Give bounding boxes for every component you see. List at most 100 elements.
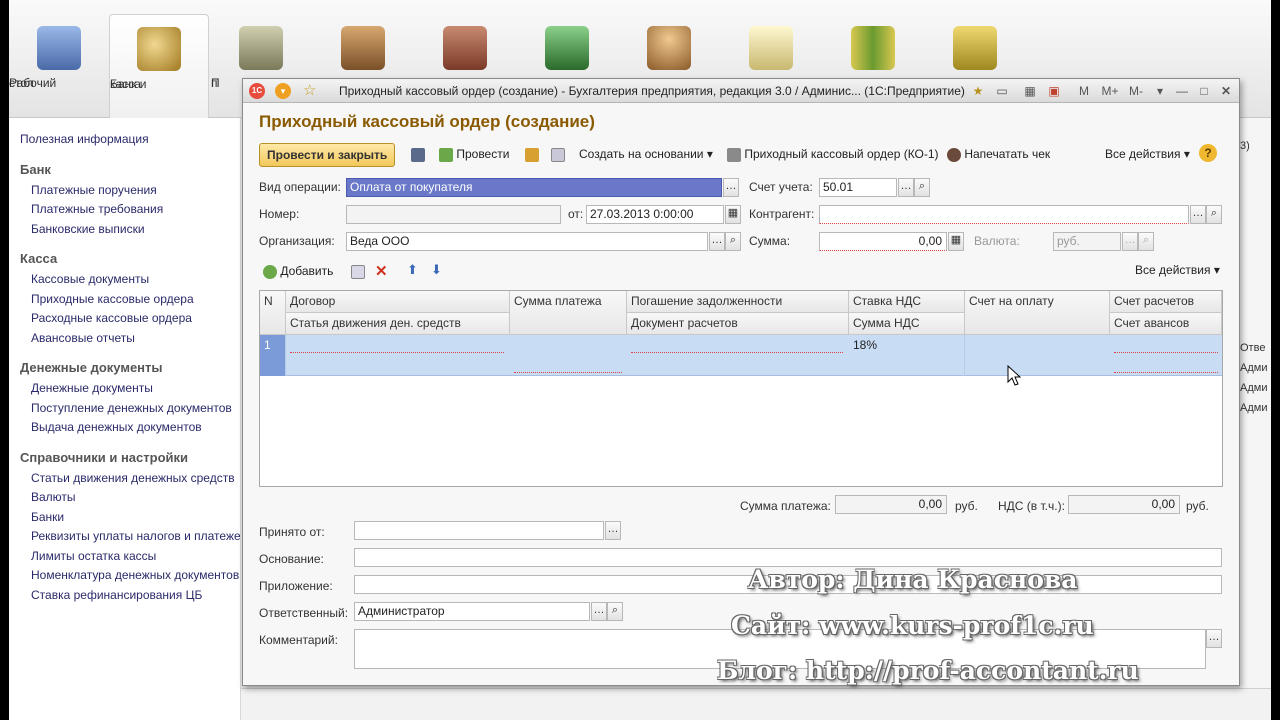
post-icon: [439, 147, 453, 162]
nav-item[interactable]: Ставка рефинансирования ЦБ: [9, 586, 240, 606]
nav-item[interactable]: Кассовые документы: [9, 270, 240, 290]
account-field[interactable]: 50.01: [819, 178, 897, 197]
column-header-vat-sum[interactable]: Сумма НДС: [849, 313, 965, 335]
nav-item[interactable]: Статьи движения денежных средств: [9, 469, 240, 489]
add-row-button[interactable]: Добавить: [263, 264, 333, 279]
nav-item[interactable]: Авансовые отчеты: [9, 329, 240, 349]
dropdown-icon[interactable]: ▾: [1151, 82, 1169, 100]
column-header-n[interactable]: N: [260, 291, 286, 335]
all-actions-button[interactable]: Все действия ▾: [1105, 147, 1190, 161]
calendar-icon[interactable]: ▣: [1045, 82, 1063, 100]
contract-cell[interactable]: [290, 352, 504, 353]
payment-sum-cell[interactable]: [514, 372, 622, 373]
nav-item[interactable]: Банки: [9, 508, 240, 528]
copy-row-icon[interactable]: [351, 264, 365, 279]
star-icon[interactable]: ★: [969, 82, 987, 100]
received-from-field[interactable]: [354, 521, 604, 540]
select-button[interactable]: …: [591, 602, 607, 621]
select-button[interactable]: …: [605, 521, 621, 540]
nav-item[interactable]: Поступление денежных документов: [9, 399, 240, 419]
column-header-settlement-doc[interactable]: Документ расчетов: [627, 313, 849, 335]
counterparty-field[interactable]: [819, 205, 1189, 224]
operation-type-field[interactable]: Оплата от покупателя: [346, 178, 722, 197]
nav-item[interactable]: Денежные документы: [9, 379, 240, 399]
table-all-actions-button[interactable]: Все действия ▾: [1135, 263, 1220, 277]
dt-kt-icon[interactable]: [525, 147, 539, 162]
search-icon[interactable]: ⌕: [725, 232, 741, 251]
nav-item[interactable]: Платежные требования: [9, 200, 240, 220]
table-row[interactable]: 1 18%: [260, 335, 1222, 376]
structure-icon[interactable]: [551, 147, 565, 162]
column-header-cash-flow-item[interactable]: Статья движения ден. средств: [286, 313, 510, 335]
row-number[interactable]: 1: [260, 335, 286, 376]
section-bank-cash[interactable]: Банк и касса: [109, 14, 209, 118]
nav-item[interactable]: Валюты: [9, 488, 240, 508]
search-icon[interactable]: ⌕: [1206, 205, 1222, 224]
column-header-advance-account[interactable]: Счет авансов: [1110, 313, 1222, 335]
nav-useful-info[interactable]: Полезная информация: [9, 130, 240, 150]
select-button[interactable]: …: [898, 178, 914, 197]
delete-row-icon[interactable]: ✕: [375, 262, 388, 280]
binders-icon: [851, 26, 895, 70]
date-field[interactable]: 27.03.2013 0:00:00: [586, 205, 724, 224]
minimize-icon[interactable]: —: [1173, 82, 1191, 100]
close-icon[interactable]: ✕: [1217, 82, 1235, 100]
number-label: Номер:: [259, 207, 300, 221]
settlement-account-cell[interactable]: [1114, 352, 1218, 353]
select-button[interactable]: …: [709, 232, 725, 251]
column-header-contract[interactable]: Договор: [286, 291, 510, 313]
debt-repayment-cell[interactable]: [631, 352, 843, 353]
number-field[interactable]: [346, 205, 561, 224]
nav-item[interactable]: Реквизиты уплаты налогов и платежей: [9, 527, 240, 547]
column-header-settlement-account[interactable]: Счет расчетов: [1110, 291, 1222, 313]
move-down-icon[interactable]: ⬇: [431, 262, 442, 278]
column-header-vat-rate[interactable]: Ставка НДС: [849, 291, 965, 313]
account-label: Счет учета:: [749, 180, 813, 194]
select-button[interactable]: …: [1190, 205, 1206, 224]
nav-item[interactable]: Приходные кассовые ордера: [9, 290, 240, 310]
responsible-field[interactable]: Администратор: [354, 602, 590, 621]
create-based-on-button[interactable]: Создать на основании ▾: [579, 147, 713, 161]
post-button[interactable]: Провести: [439, 147, 509, 162]
nav-item[interactable]: Лимиты остатка кассы: [9, 547, 240, 567]
column-header-payment-sum[interactable]: Сумма платежа: [510, 291, 627, 335]
memory-minus-button[interactable]: M-: [1125, 82, 1147, 100]
calendar-icon[interactable]: ▦: [725, 205, 741, 224]
payment-table: N Договор Статья движения ден. средств С…: [259, 290, 1223, 487]
search-icon[interactable]: ⌕: [607, 602, 623, 621]
sum-field[interactable]: 0,00: [819, 232, 947, 251]
toolbox-icon: [443, 26, 487, 70]
nav-item[interactable]: Банковские выписки: [9, 220, 240, 240]
window-titlebar[interactable]: 1С ▾ ☆ Приходный кассовый ордер (создани…: [243, 79, 1239, 103]
calculator-icon[interactable]: ▦: [1021, 82, 1039, 100]
save-icon[interactable]: [411, 147, 425, 162]
memory-m-button[interactable]: M: [1075, 82, 1093, 100]
favorite-star-icon[interactable]: ☆: [303, 81, 316, 99]
calculator-icon[interactable]: ▦: [948, 232, 964, 251]
column-header-debt-repayment[interactable]: Погашение задолженности: [627, 291, 849, 313]
organization-field[interactable]: Веда ООО: [346, 232, 708, 251]
advance-account-cell[interactable]: [1114, 372, 1218, 373]
help-icon[interactable]: ?: [1199, 144, 1217, 162]
all-actions-label: Все действия: [1105, 147, 1181, 161]
maximize-icon[interactable]: □: [1195, 82, 1213, 100]
section-desktop[interactable]: Рабочий стол: [9, 14, 109, 118]
select-button[interactable]: …: [1206, 629, 1222, 648]
move-up-icon[interactable]: ⬆: [407, 262, 418, 278]
nav-item[interactable]: Расходные кассовые ордера: [9, 309, 240, 329]
page-icon[interactable]: ▭: [993, 82, 1011, 100]
nav-item[interactable]: Номенклатура денежных документов: [9, 566, 240, 586]
nav-item[interactable]: Платежные поручения: [9, 181, 240, 201]
add-icon: [263, 264, 277, 279]
1c-logo-icon[interactable]: 1С: [249, 83, 265, 99]
vat-rate-cell[interactable]: 18%: [849, 335, 965, 376]
post-and-close-button[interactable]: Провести и закрыть: [259, 143, 396, 167]
print-check-button[interactable]: Напечатать чек: [947, 147, 1050, 162]
select-button[interactable]: …: [723, 178, 739, 197]
window-menu-icon[interactable]: ▾: [275, 83, 291, 99]
nav-item[interactable]: Выдача денежных документов: [9, 418, 240, 438]
column-header-invoice[interactable]: Счет на оплату: [965, 291, 1110, 335]
print-ko1-button[interactable]: Приходный кассовый ордер (КО-1): [727, 147, 939, 162]
search-icon[interactable]: ⌕: [914, 178, 930, 197]
memory-plus-button[interactable]: M+: [1099, 82, 1121, 100]
